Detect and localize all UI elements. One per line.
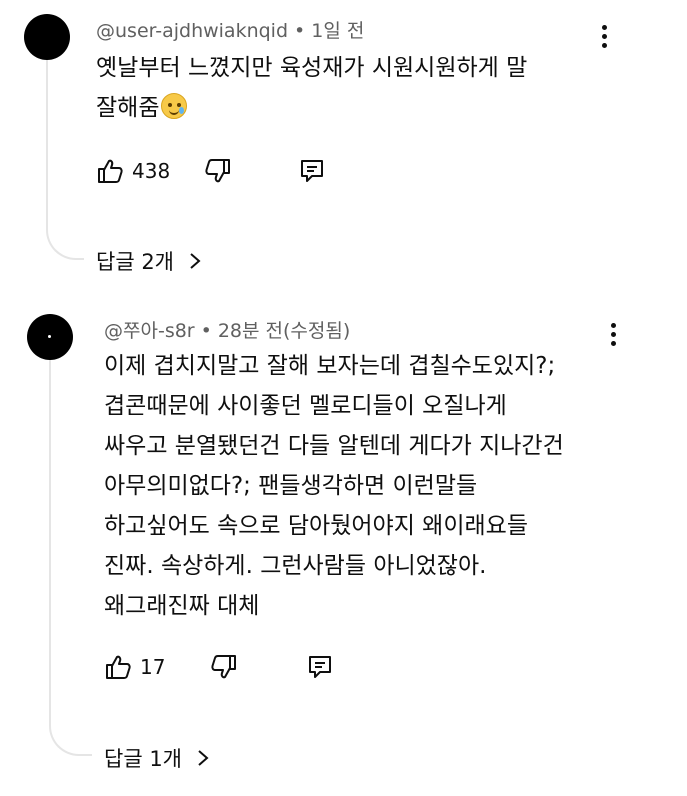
comment-text: 이제 겹치지말고 잘해 보자는데 겹칠수도있지?; 겹콘때문에 사이좋던 멜로디…	[104, 346, 644, 626]
comment-text: 옛날부터 느꼈지만 육성재가 시원시원하게 말 잘해줌	[96, 48, 616, 128]
replies-label: 답글 2개	[96, 250, 174, 274]
author-name[interactable]: @쭈아-s8r	[104, 320, 195, 342]
comment-header: @쭈아-s8r • 28분 전(수정됨)	[104, 316, 350, 343]
comment-line-with-emoji: 잘해줌	[96, 88, 616, 128]
comment-line: 하고싶어도 속으로 담아뒀어야지 왜이래요들	[104, 513, 528, 539]
chevron-right-icon	[190, 253, 201, 269]
like-button[interactable]: 438	[96, 154, 170, 188]
comment-line: 이제 겹치지말고 잘해 보자는데 겹칠수도있지?;	[104, 353, 556, 379]
thumbs-up-icon	[96, 157, 124, 185]
reply-button[interactable]	[306, 650, 334, 684]
comment-line: 겹콘때문에 사이좋던 멜로디들이 오질나게	[104, 393, 507, 419]
comment-time: 28분 전(수정됨)	[217, 320, 351, 342]
comment-line: 왜그래진짜 대체	[104, 593, 260, 619]
dislike-button[interactable]	[204, 154, 232, 188]
more-vertical-icon[interactable]	[594, 24, 614, 50]
comment-line: 잘해줌	[96, 95, 160, 121]
thumbs-down-icon	[210, 653, 238, 681]
reply-comment-icon	[298, 157, 326, 185]
reply-comment-icon	[306, 653, 334, 681]
chevron-right-icon	[198, 750, 209, 766]
avatar[interactable]	[27, 314, 73, 360]
view-replies-button[interactable]: 답글 2개	[96, 246, 202, 276]
like-button[interactable]: 17	[104, 650, 165, 684]
like-count: 438	[132, 159, 171, 183]
thread-line	[49, 360, 92, 756]
comment-line: 싸우고 분열됐던건 다들 알텐데 게다가 지나간건	[104, 433, 564, 459]
separator: •	[200, 320, 212, 342]
comment-line: 진짜. 속상하게. 그런사람들 아니었잖아.	[104, 553, 487, 579]
thread-line	[46, 60, 84, 260]
separator: •	[294, 20, 306, 42]
thumbs-down-icon	[204, 157, 232, 185]
comment-time: 1일 전	[311, 20, 365, 42]
replies-label: 답글 1개	[104, 747, 182, 771]
avatar[interactable]	[24, 14, 70, 60]
dislike-button[interactable]	[210, 650, 238, 684]
smiling-face-with-tear-icon	[161, 93, 188, 119]
comment-line: 옛날부터 느꼈지만 육성재가 시원시원하게 말	[96, 55, 528, 81]
more-vertical-icon[interactable]	[603, 322, 623, 348]
comment-header: @user-ajdhwiaknqid • 1일 전	[96, 16, 364, 43]
comment-line: 아무의미없다?; 팬들생각하면 이런말들	[104, 473, 478, 499]
reply-button[interactable]	[298, 154, 326, 188]
view-replies-button[interactable]: 답글 1개	[104, 743, 210, 773]
author-name[interactable]: @user-ajdhwiaknqid	[96, 20, 288, 42]
like-count: 17	[140, 655, 166, 679]
thumbs-up-icon	[104, 653, 132, 681]
